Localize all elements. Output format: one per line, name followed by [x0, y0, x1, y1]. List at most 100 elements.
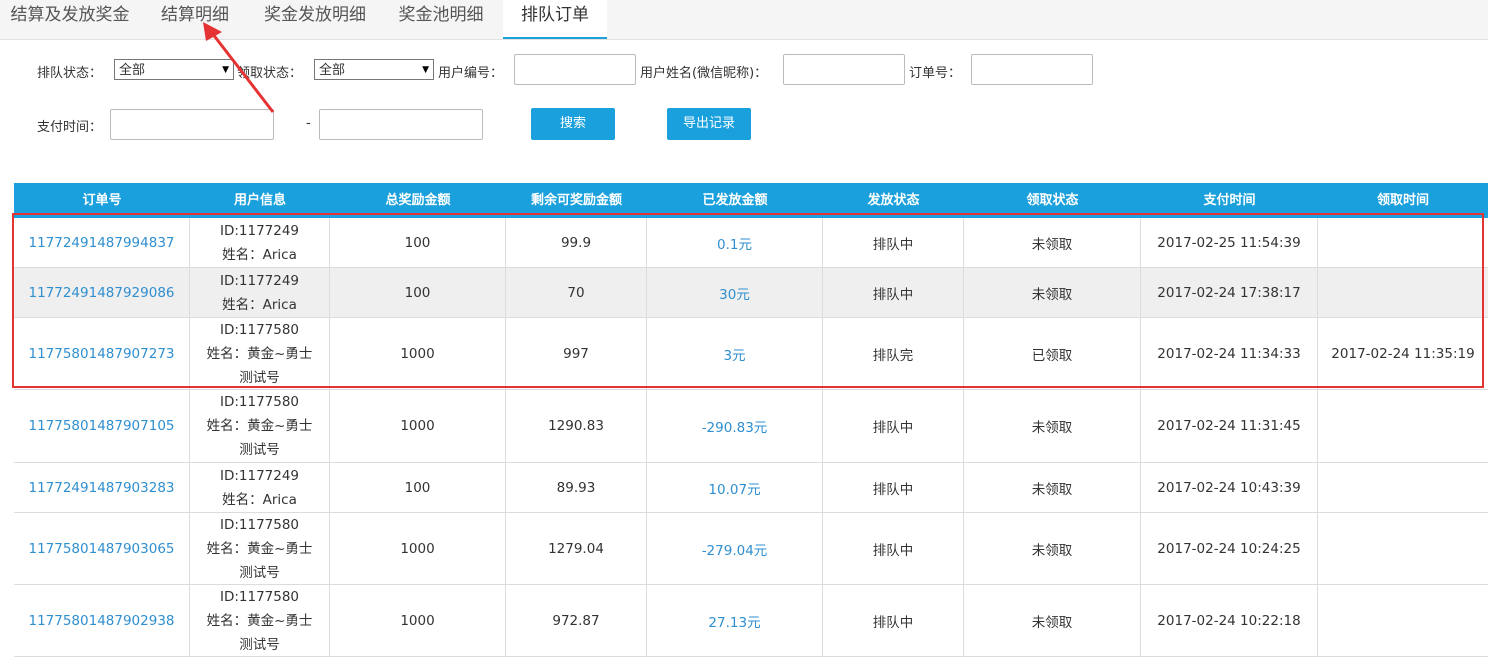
- queue-status-value: 全部: [119, 63, 146, 78]
- pay-time-cell: 2017-02-24 10:43:39: [1141, 463, 1318, 512]
- total-reward: 100: [404, 234, 431, 251]
- tab-queue-orders[interactable]: 排队订单: [503, 0, 607, 39]
- order-no-link[interactable]: 11775801487907105: [28, 418, 174, 434]
- tab-bonus-pool-detail[interactable]: 奖金池明细: [380, 0, 502, 38]
- order-no-link-cell: 11772491487903283: [14, 463, 190, 512]
- claim-status-cell: 未领取: [964, 585, 1141, 656]
- remaining-reward-cell: 997: [506, 318, 647, 389]
- claim-status: 未领取: [1031, 614, 1073, 631]
- payout-status-cell: 排队中: [823, 268, 964, 317]
- claim-status-cell: 未领取: [964, 218, 1141, 267]
- remaining-reward: 1279.04: [548, 540, 604, 557]
- remaining-reward-cell: 70: [506, 268, 647, 317]
- order-no-link[interactable]: 11772491487903283: [28, 480, 174, 496]
- order-no-link-cell: 11775801487907105: [14, 390, 190, 462]
- total-reward: 1000: [400, 540, 435, 557]
- table-row: 11775801487902938 ID:1177580 姓名：黄金~勇士 测试号 10…: [14, 585, 1488, 657]
- table-row: 11775801487903065 ID:1177580 姓名：黄金~勇士 测试号 10…: [14, 513, 1488, 585]
- header-payout-status: 发放状态: [867, 193, 920, 208]
- claim-time-cell: [1318, 268, 1488, 317]
- claim-status-cell: 未领取: [964, 513, 1141, 584]
- header-claim-status: 领取状态: [1026, 193, 1079, 208]
- pay-time-cell: 2017-02-24 11:34:33: [1141, 318, 1318, 389]
- claim-time-cell: 2017-02-24 11:35:19: [1318, 318, 1488, 389]
- total-reward-cell: 1000: [330, 513, 506, 584]
- user-id: ID:1177580: [219, 588, 300, 605]
- tab-bonus-payout-detail[interactable]: 奖金发放明细: [250, 0, 380, 38]
- user-id: ID:1177249: [219, 272, 300, 289]
- search-button[interactable]: 搜索: [531, 108, 615, 140]
- payout-status-cell: 排队中: [823, 218, 964, 267]
- range-separator: -: [306, 116, 311, 131]
- user-name-input[interactable]: [783, 54, 905, 85]
- user-id: ID:1177580: [219, 394, 300, 410]
- remaining-reward-cell: 1279.04: [506, 513, 647, 584]
- claim-status: 已领取: [1031, 347, 1073, 364]
- user-info-cell: ID:1177249 姓名：Arica: [190, 268, 330, 317]
- user-id-input[interactable]: [514, 54, 636, 85]
- user-name: 姓名：Arica: [222, 296, 297, 313]
- total-reward-cell: 100: [330, 218, 506, 267]
- paid-amount-cell: -290.83元: [647, 390, 823, 462]
- header-claim-time: 领取时间: [1376, 193, 1429, 208]
- tab-settle-and-pay[interactable]: 结算及发放奖金: [0, 0, 140, 38]
- order-no-link[interactable]: 11772491487929086: [28, 285, 174, 301]
- user-name2: 测试号: [239, 369, 280, 386]
- order-no-input[interactable]: [971, 54, 1093, 85]
- paid-amount[interactable]: 27.13元: [708, 611, 760, 631]
- claim-status: 未领取: [1031, 542, 1073, 559]
- order-no-link[interactable]: 11775801487903065: [28, 541, 174, 557]
- header-total-reward: 总奖励金额: [385, 193, 451, 208]
- user-id: ID:1177249: [219, 467, 300, 484]
- table-row: 11772491487903283 ID:1177249 姓名：Arica 100 89…: [14, 463, 1488, 513]
- paid-amount-cell: 0.1元: [647, 218, 823, 267]
- pay-time: 2017-02-24 10:24:25: [1157, 540, 1301, 557]
- total-reward-cell: 1000: [330, 585, 506, 656]
- total-reward: 1000: [400, 345, 435, 362]
- claim-status-cell: 未领取: [964, 463, 1141, 512]
- remaining-reward: 997: [563, 345, 589, 362]
- remaining-reward: 99.9: [560, 234, 592, 251]
- paid-amount[interactable]: 3元: [723, 344, 745, 364]
- paid-amount[interactable]: 10.07元: [708, 478, 760, 498]
- claim-status-cell: 未领取: [964, 268, 1141, 317]
- pay-time-end-input[interactable]: [319, 109, 483, 140]
- order-no-link-cell: 11775801487902938: [14, 585, 190, 656]
- pay-time: 2017-02-25 11:54:39: [1157, 234, 1301, 251]
- header-pay-time: 支付时间: [1203, 193, 1256, 208]
- paid-amount[interactable]: 30元: [719, 283, 750, 303]
- user-name: 姓名：Arica: [222, 491, 297, 508]
- queue-status-select[interactable]: 全部 ▼: [114, 59, 234, 80]
- queue-status-label: 排队状态：: [37, 66, 103, 81]
- pay-time-start-input[interactable]: [110, 109, 274, 140]
- user-name: 姓名：黄金~勇士: [206, 345, 313, 362]
- payout-status: 排队中: [872, 420, 914, 436]
- order-no-link[interactable]: 11775801487907273: [28, 346, 174, 362]
- user-info-cell: ID:1177249 姓名：Arica: [190, 463, 330, 512]
- total-reward-cell: 1000: [330, 390, 506, 462]
- pay-time-cell: 2017-02-24 11:31:45: [1141, 390, 1318, 462]
- table-row: 11772491487929086 ID:1177249 姓名：Arica 100 70…: [14, 268, 1488, 318]
- paid-amount-cell: 3元: [647, 318, 823, 389]
- payout-status: 排队中: [872, 286, 914, 303]
- order-no-link[interactable]: 11772491487994837: [28, 235, 174, 251]
- user-name2: 测试号: [239, 442, 280, 458]
- export-button[interactable]: 导出记录: [667, 108, 751, 140]
- user-id: ID:1177580: [219, 516, 300, 533]
- paid-amount[interactable]: -279.04元: [702, 539, 768, 559]
- claim-status: 未领取: [1031, 236, 1073, 253]
- pay-time-cell: 2017-02-24 10:22:18: [1141, 585, 1318, 656]
- user-name: 姓名：黄金~勇士: [206, 540, 313, 557]
- paid-amount[interactable]: 0.1元: [717, 233, 752, 253]
- total-reward: 100: [404, 284, 431, 301]
- table-row: 11775801487907105 ID:1177580 姓名：黄金~勇士 测试号 10…: [14, 390, 1488, 463]
- total-reward-cell: 100: [330, 268, 506, 317]
- order-no-link[interactable]: 11775801487902938: [28, 613, 174, 629]
- chevron-down-icon: ▼: [422, 65, 429, 75]
- claim-status-select[interactable]: 全部 ▼: [314, 59, 434, 80]
- order-no-link-cell: 11775801487907273: [14, 318, 190, 389]
- paid-amount[interactable]: -290.83元: [702, 416, 768, 436]
- tab-settle-detail[interactable]: 结算明细: [140, 0, 250, 38]
- claim-status-cell: 已领取: [964, 318, 1141, 389]
- claim-time-cell: [1318, 218, 1488, 267]
